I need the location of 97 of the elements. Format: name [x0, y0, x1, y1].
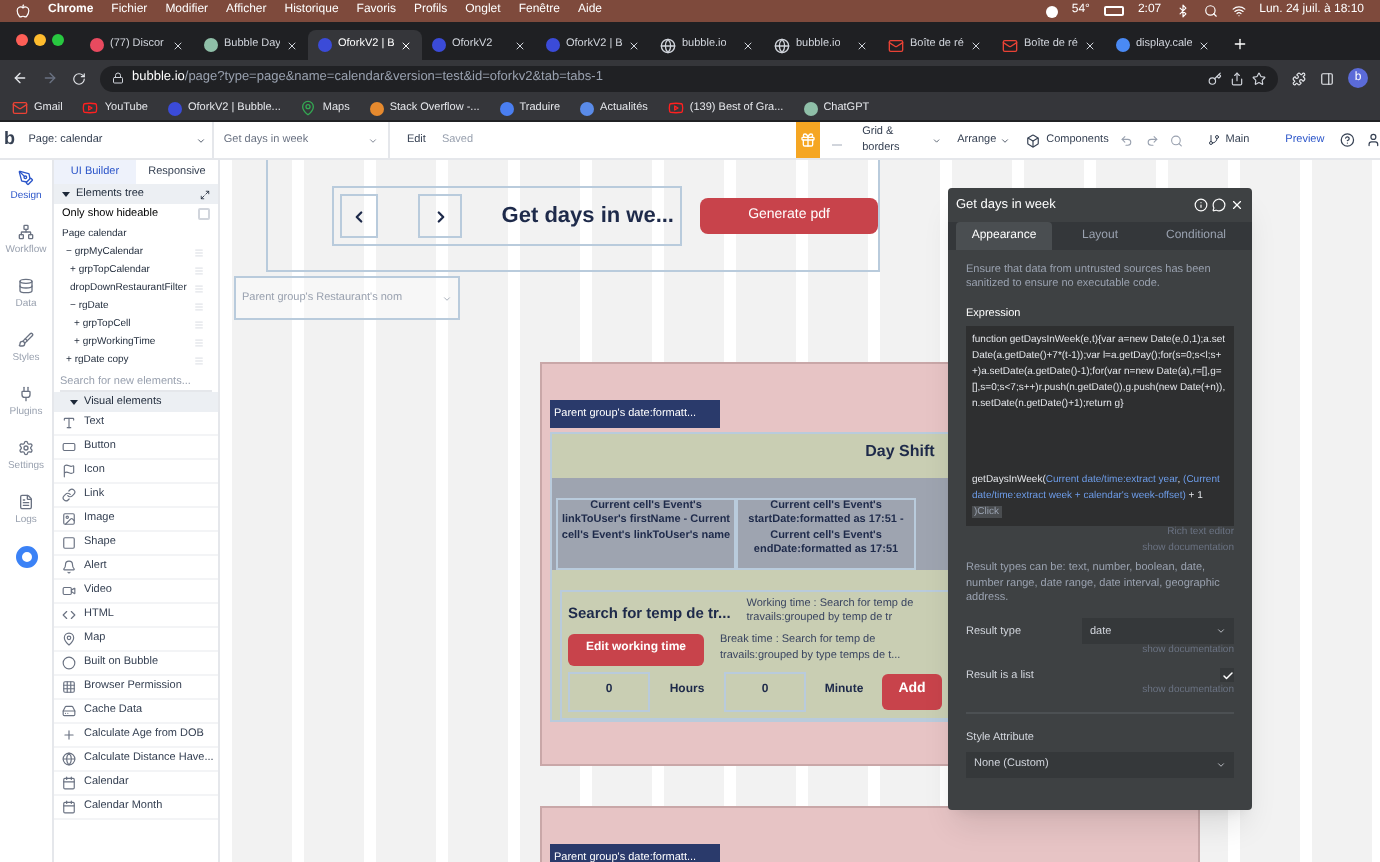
- close-icon[interactable]: [1230, 198, 1244, 212]
- code-icon: [62, 608, 76, 622]
- reload-icon[interactable]: [72, 71, 86, 85]
- share-icon[interactable]: [1230, 71, 1244, 85]
- back-icon[interactable]: [12, 70, 28, 86]
- side-panel-icon[interactable]: [1320, 71, 1334, 85]
- document-icon: [18, 493, 34, 510]
- close-tab-icon[interactable]: [628, 39, 640, 51]
- video-icon: [62, 584, 76, 598]
- chatgpt-icon: [803, 101, 818, 115]
- close-tab-icon[interactable]: [1084, 39, 1096, 51]
- lock-icon: [112, 72, 124, 84]
- bubble-logo-icon: [432, 38, 446, 52]
- mail-icon: [888, 37, 904, 53]
- pen-icon: [18, 169, 34, 186]
- key-icon[interactable]: [1208, 71, 1222, 85]
- redo-icon[interactable]: [1145, 133, 1159, 147]
- mail-icon: [1002, 37, 1018, 53]
- expand-icon: [200, 189, 210, 199]
- database-icon: [18, 277, 34, 294]
- bubble-logo: b: [4, 126, 17, 153]
- calendar-icon: [62, 776, 76, 790]
- square-icon: [62, 536, 76, 550]
- close-tab-icon[interactable]: [286, 39, 298, 51]
- list-checkbox[interactable]: [1220, 668, 1234, 683]
- caret-icon: [931, 135, 942, 145]
- close-tab-icon[interactable]: [514, 39, 526, 51]
- bubble-logo-icon: [62, 656, 76, 670]
- link-icon: [62, 488, 76, 502]
- forward-icon[interactable]: [42, 70, 58, 86]
- document-icon: [204, 38, 218, 52]
- triangle-down-icon: [62, 190, 70, 198]
- translate-icon: [499, 101, 514, 115]
- button-shape-icon: [62, 440, 76, 454]
- stack-icon: [369, 101, 384, 115]
- close-window-icon[interactable]: [16, 34, 28, 46]
- undo-icon[interactable]: [1120, 133, 1134, 147]
- caret-icon: [1000, 135, 1011, 145]
- bubble-logo-icon: [546, 38, 560, 52]
- maximize-window-icon[interactable]: [52, 34, 64, 46]
- account-icon[interactable]: [1365, 132, 1380, 148]
- bubble-logo-icon: [168, 101, 182, 115]
- close-tab-icon[interactable]: [970, 39, 982, 51]
- triangle-down-icon: [70, 398, 78, 406]
- help-icon[interactable]: [1340, 132, 1356, 148]
- discord-icon: [90, 38, 104, 52]
- extensions-icon[interactable]: [1292, 71, 1306, 85]
- image-icon: [62, 512, 76, 526]
- text-icon: [62, 416, 76, 430]
- star-icon[interactable]: [1252, 71, 1266, 85]
- youtube-icon: [667, 100, 684, 116]
- caret-icon: [368, 135, 379, 145]
- plus-icon: [62, 728, 76, 742]
- wifi-icon[interactable]: [1231, 4, 1246, 18]
- hierarchy-icon: [18, 223, 34, 240]
- new-tab-icon[interactable]: [1232, 36, 1248, 52]
- bluetooth-icon[interactable]: [1175, 4, 1190, 18]
- youtube-icon: [82, 100, 99, 116]
- brush-icon: [18, 331, 34, 348]
- battery-icon: [1103, 6, 1124, 16]
- check-icon: [1221, 669, 1233, 682]
- comment-icon[interactable]: [1212, 198, 1226, 212]
- minimize-window-icon[interactable]: [34, 34, 46, 46]
- map-pin-icon: [62, 632, 76, 646]
- close-tab-icon[interactable]: [742, 39, 754, 51]
- bell-icon: [62, 560, 76, 574]
- hideable-checkbox[interactable]: [198, 208, 210, 220]
- branch-icon: [1207, 134, 1220, 146]
- plug-icon: [18, 385, 34, 402]
- calendar-icon: [62, 800, 76, 814]
- globe-icon: [774, 37, 790, 53]
- caret-icon: [195, 135, 206, 145]
- drive-icon: [62, 704, 76, 718]
- news-icon: [580, 101, 595, 115]
- flag-icon: [62, 464, 76, 478]
- close-tab-icon[interactable]: [856, 39, 868, 51]
- week-title: Get days in we...: [501, 201, 674, 232]
- google-icon: [1116, 38, 1130, 52]
- ring-logo-icon: [15, 546, 37, 568]
- globe-icon: [62, 752, 76, 766]
- info-icon[interactable]: [1194, 198, 1208, 212]
- shift-heading: Day Shift: [863, 440, 937, 465]
- close-tab-icon[interactable]: [1198, 39, 1210, 51]
- cube-icon: [1026, 133, 1041, 147]
- caret-icon: [442, 293, 452, 303]
- apple-icon[interactable]: [16, 4, 30, 18]
- map-pin-icon: [300, 100, 317, 116]
- globe-icon: [660, 37, 676, 53]
- close-tab-icon[interactable]: [172, 39, 184, 51]
- settings-icon: [18, 439, 34, 456]
- gift-icon: [800, 132, 816, 148]
- weather-icon: [1045, 5, 1058, 17]
- caret-icon: [1216, 626, 1226, 637]
- grid-icon: [62, 680, 76, 694]
- caret-icon: [1216, 759, 1226, 770]
- bubble-logo-icon: [318, 38, 332, 52]
- mail-icon: [12, 100, 28, 116]
